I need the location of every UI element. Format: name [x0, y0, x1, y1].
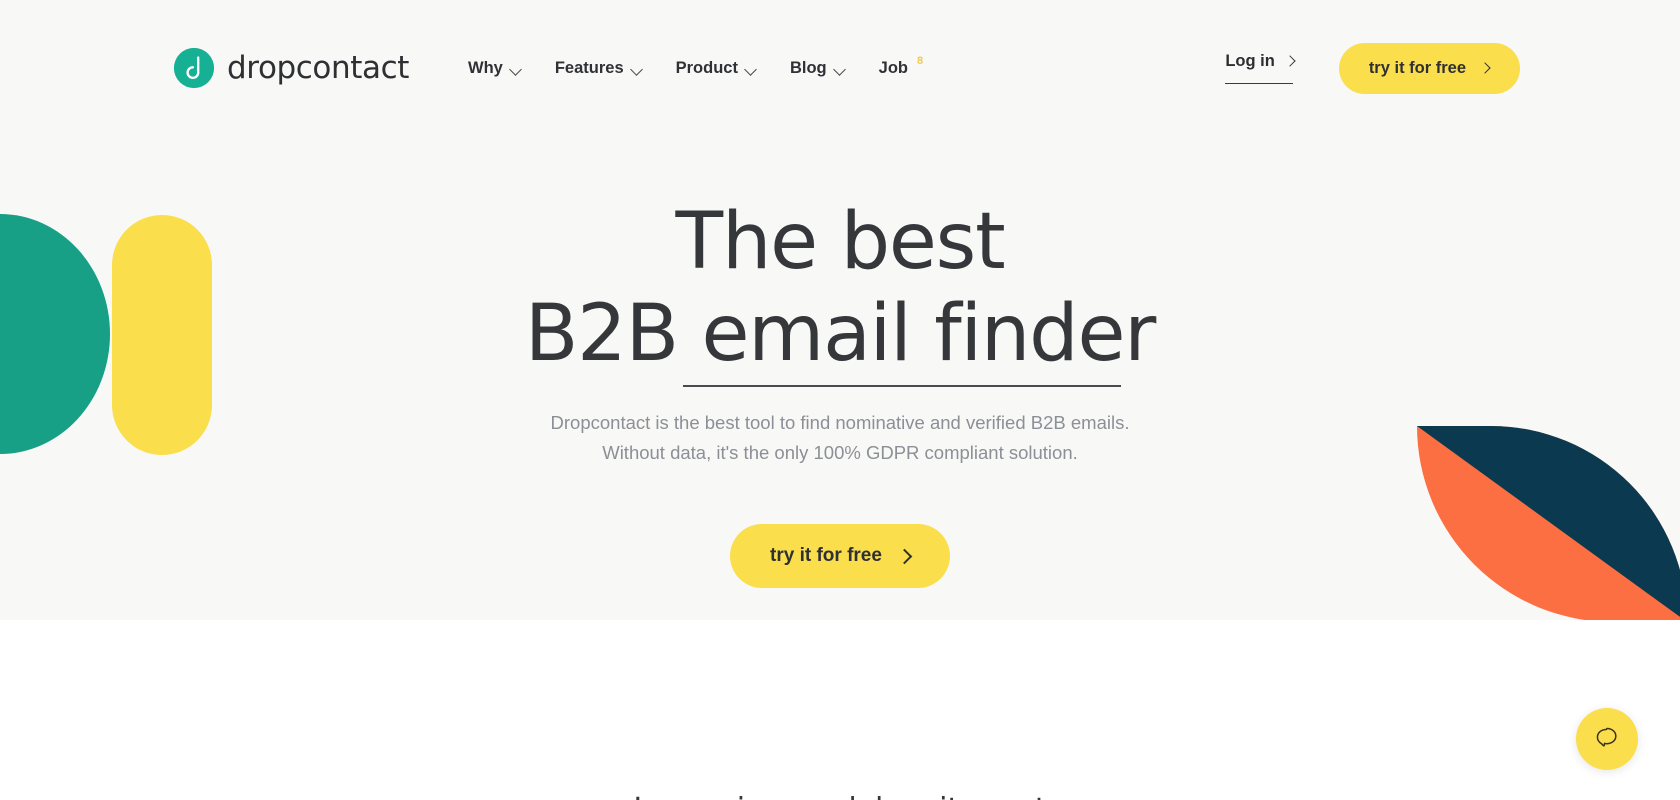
nav-item-product-label: Product	[675, 58, 738, 77]
chevron-down-icon	[746, 64, 757, 75]
chat-widget-button[interactable]	[1576, 708, 1638, 770]
below-fold-heading: Lorem ipsum dolor sit amet	[0, 792, 1680, 800]
brand-logo-link[interactable]: dropcontact	[174, 48, 409, 88]
hero-title-line-1: The best	[675, 197, 1006, 287]
page-title: The best B2B email finder	[0, 196, 1680, 388]
chevron-down-icon	[835, 64, 846, 75]
nav-try-it-for-free-button[interactable]: try it for free	[1338, 42, 1520, 94]
hero-title-line-2: B2B email finder	[524, 289, 1156, 380]
dropcontact-d-mark-icon	[174, 48, 214, 88]
login-link-label: Log in	[1225, 52, 1275, 70]
nav-item-job-label: Job	[878, 58, 908, 77]
hero-cta-label: try it for free	[770, 545, 882, 567]
hero-subtitle-line-1: Dropcontact is the best tool to find nom…	[550, 412, 1130, 434]
nav-item-features-label: Features	[554, 58, 624, 77]
hero-subtitle-line-2: Without data, it's the only 100% GDPR co…	[602, 442, 1078, 464]
hero-cta-wrapper: try it for free	[0, 524, 1680, 589]
nav-item-job[interactable]: Job 8	[878, 55, 923, 78]
hero-try-it-for-free-button[interactable]: try it for free	[730, 524, 950, 589]
brand-name: dropcontact	[227, 50, 409, 86]
landing-page: The best B2B email finder Dropcontact is…	[0, 0, 1680, 800]
hero-title-underline	[682, 385, 1121, 388]
nav-item-product[interactable]: Product	[676, 59, 757, 78]
nav-menu: Why Features Product Blog Job 8	[468, 55, 923, 78]
nav-cta-label: try it for free	[1368, 58, 1466, 77]
chat-bubble-icon	[1592, 722, 1622, 757]
below-fold-section: Lorem ipsum dolor sit amet	[0, 620, 1680, 800]
nav-item-why[interactable]: Why	[468, 59, 522, 78]
job-count-badge: 8	[916, 55, 924, 67]
hero-subtitle: Dropcontact is the best tool to find nom…	[0, 408, 1680, 468]
chevron-right-icon	[899, 551, 910, 562]
nav-item-why-label: Why	[468, 58, 503, 77]
nav-item-blog[interactable]: Blog	[790, 59, 846, 78]
nav-right-actions: Log in try it for free	[1225, 42, 1520, 94]
login-link[interactable]: Log in	[1225, 52, 1294, 84]
chevron-down-icon	[511, 64, 522, 75]
hero-title-line-2-wrapper: B2B email finder	[524, 288, 1156, 388]
nav-item-blog-label: Blog	[789, 58, 827, 77]
chevron-right-icon	[1481, 64, 1490, 73]
main-navigation: dropcontact Why Features Product Blog Jo…	[0, 0, 1680, 136]
chevron-right-icon	[1286, 57, 1295, 66]
chevron-down-icon	[632, 64, 643, 75]
nav-item-features[interactable]: Features	[555, 59, 643, 78]
